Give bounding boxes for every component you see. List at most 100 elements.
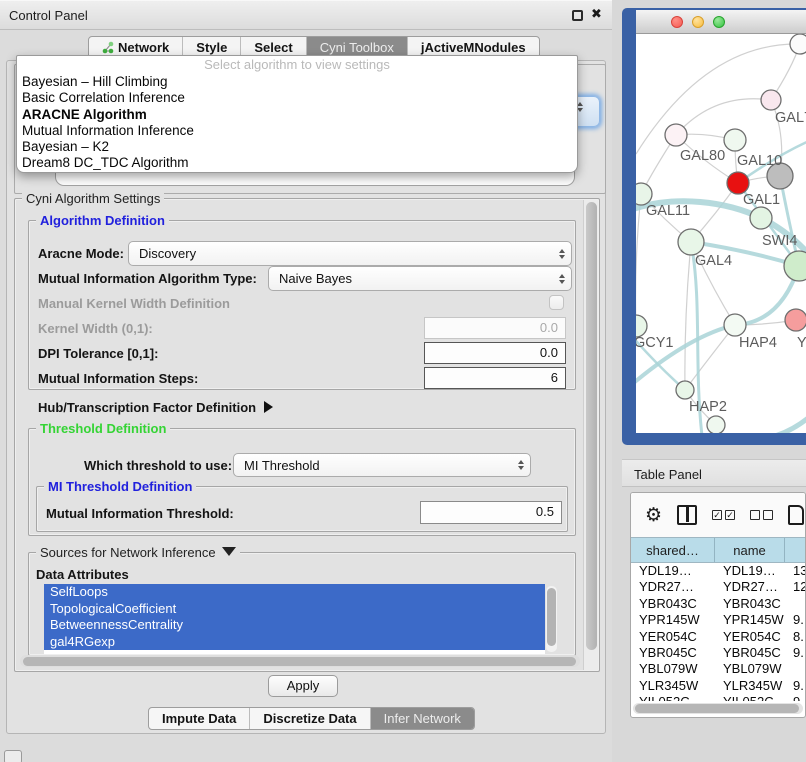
attribute-item[interactable]: SelfLoops xyxy=(44,584,545,601)
node-label-gal11: GAL11 xyxy=(646,203,690,219)
mi-threshold-input[interactable]: 0.5 xyxy=(420,501,562,524)
combo-spinner-icon xyxy=(553,249,571,259)
table-cell: YBR045C xyxy=(715,645,785,661)
combo-spinner-icon xyxy=(512,460,530,470)
network-view-window[interactable]: GAL7GAL80GAL10GAL1GAL11SWI4GAL4GCY1HAP4Y… xyxy=(622,8,806,445)
attributes-scrollbar[interactable] xyxy=(546,586,557,652)
mi-steps-input[interactable]: 6 xyxy=(424,367,566,389)
table-panel: ⚙ ✓✓ shared…name YDL19…YDL19…13YDR27…YDR… xyxy=(630,492,806,718)
control-panel-title: Control Panel xyxy=(9,8,88,23)
dpi-tolerance-input[interactable]: 0.0 xyxy=(424,342,566,364)
table-cell: YDL19… xyxy=(631,563,715,579)
network-node-hap2[interactable] xyxy=(676,381,694,399)
network-node-gcy1[interactable] xyxy=(636,315,647,337)
manual-kernel-width-checkbox[interactable] xyxy=(549,295,564,310)
dpi-tolerance-label: DPI Tolerance [0,1]: xyxy=(38,346,158,361)
attribute-item[interactable]: TopologicalCoefficient xyxy=(44,601,545,618)
table-horizontal-scrollbar[interactable] xyxy=(633,703,803,714)
aracne-mode-label: Aracne Mode: xyxy=(38,246,124,261)
attribute-item[interactable]: gal4RGexp xyxy=(44,634,545,651)
network-node[interactable] xyxy=(790,34,806,54)
corner-chip-icon[interactable] xyxy=(4,750,22,762)
page-icon[interactable] xyxy=(788,505,804,525)
close-traffic-light-icon[interactable] xyxy=(671,16,683,28)
hub-definition-toggle[interactable]: Hub/Transcription Factor Definition xyxy=(38,400,273,415)
expanded-arrow-icon xyxy=(222,547,236,556)
network-node-gal4[interactable] xyxy=(678,229,704,255)
table-row[interactable]: YBR045CYBR045C9. xyxy=(631,645,806,661)
node-label-hap4: HAP4 xyxy=(739,335,777,351)
table-cell: YBL079W xyxy=(715,661,785,677)
algorithm-option[interactable]: Bayesian – K2 xyxy=(17,139,577,155)
settings-horizontal-scrollbar[interactable] xyxy=(20,655,580,667)
column-header[interactable]: shared… xyxy=(631,538,715,562)
column-header[interactable]: name xyxy=(715,538,785,562)
table-cell: YIL052C xyxy=(715,694,785,701)
column-layout-icon[interactable] xyxy=(677,505,697,525)
gear-icon[interactable]: ⚙ xyxy=(645,506,662,525)
minimize-traffic-light-icon[interactable] xyxy=(692,16,704,28)
zoom-traffic-light-icon[interactable] xyxy=(713,16,725,28)
network-node-gal1[interactable] xyxy=(727,172,749,194)
network-node-gal7[interactable] xyxy=(761,90,781,110)
column-header[interactable] xyxy=(785,538,806,562)
table-row[interactable]: YER054CYER054C8. xyxy=(631,629,806,645)
algorithm-option[interactable]: Mutual Information Inference xyxy=(17,123,577,139)
table-cell xyxy=(785,596,806,612)
network-node[interactable] xyxy=(707,416,725,433)
deselect-all-checks-icon[interactable] xyxy=(750,510,773,520)
network-node-gal80[interactable] xyxy=(665,124,687,146)
aracne-mode-combo[interactable]: Discovery xyxy=(128,241,572,266)
table-row[interactable]: YPR145WYPR145W9. xyxy=(631,612,806,628)
algorithm-option[interactable]: Basic Correlation Inference xyxy=(17,90,577,106)
table-row[interactable]: YIL052CYIL052C9. xyxy=(631,694,806,701)
which-threshold-label: Which threshold to use: xyxy=(84,458,232,473)
attribute-item[interactable]: BetweennessCentrality xyxy=(44,617,545,634)
node-label-hap2: HAP2 xyxy=(689,399,727,415)
algorithm-dropdown-placeholder: Select algorithm to view settings xyxy=(17,57,577,74)
network-node[interactable] xyxy=(724,129,746,151)
table-cell: 13 xyxy=(785,563,806,579)
bottom-tabs: Impute DataDiscretize DataInfer Network xyxy=(148,707,475,730)
network-icon xyxy=(102,41,114,54)
network-canvas[interactable]: GAL7GAL80GAL10GAL1GAL11SWI4GAL4GCY1HAP4Y… xyxy=(636,34,806,433)
manual-kernel-width-label: Manual Kernel Width Definition xyxy=(38,296,230,311)
data-attributes-list[interactable]: SelfLoopsTopologicalCoefficientBetweenne… xyxy=(44,584,545,654)
table-row[interactable]: YDL19…YDL19…13 xyxy=(631,563,806,579)
table-cell: YPR145W xyxy=(631,612,715,628)
float-window-icon[interactable] xyxy=(572,10,583,21)
table-row[interactable]: YBR043CYBR043C xyxy=(631,596,806,612)
tab-infer-network[interactable]: Infer Network xyxy=(370,708,474,729)
tab-discretize-data[interactable]: Discretize Data xyxy=(249,708,369,729)
mi-threshold-label: Mutual Information Threshold: xyxy=(46,506,234,521)
select-all-checks-icon[interactable]: ✓✓ xyxy=(712,510,735,520)
table-cell: 9. xyxy=(785,645,806,661)
algorithm-option[interactable]: Dream8 DC_TDC Algorithm xyxy=(17,155,577,171)
sources-toggle[interactable]: Sources for Network Inference xyxy=(36,545,240,560)
network-node-y[interactable] xyxy=(785,309,806,331)
table-cell: YER054C xyxy=(715,629,785,645)
settings-scrollbar[interactable] xyxy=(583,200,598,670)
close-icon[interactable]: ✖ xyxy=(591,6,602,22)
algorithm-option[interactable]: ARACNE Algorithm xyxy=(17,107,577,123)
table-cell: YPR145W xyxy=(715,612,785,628)
node-label-gal7: GAL7 xyxy=(775,110,806,126)
table-row[interactable]: YBL079WYBL079W xyxy=(631,661,806,677)
table-header: shared…name xyxy=(631,537,806,563)
control-panel-titlebar: Control Panel ✖ xyxy=(0,0,612,30)
table-row[interactable]: YLR345WYLR345W9. xyxy=(631,678,806,694)
algorithm-option[interactable]: Bayesian – Hill Climbing xyxy=(17,74,577,90)
apply-button[interactable]: Apply xyxy=(268,675,338,697)
network-node-swi4[interactable] xyxy=(750,207,772,229)
tab-impute-data[interactable]: Impute Data xyxy=(149,708,249,729)
table-row[interactable]: YDR27…YDR27…12 xyxy=(631,579,806,595)
network-node[interactable] xyxy=(784,251,806,281)
network-node-gal11[interactable] xyxy=(636,183,652,205)
node-label-y: Y xyxy=(797,335,806,351)
network-node-hap4[interactable] xyxy=(724,314,746,336)
which-threshold-combo[interactable]: MI Threshold xyxy=(233,453,531,477)
algorithm-dropdown-popup: Select algorithm to view settings Bayesi… xyxy=(16,55,578,173)
mi-algorithm-type-combo[interactable]: Naive Bayes xyxy=(268,266,572,291)
table-panel-titlebar: Table Panel xyxy=(622,459,806,487)
kernel-width-input[interactable]: 0.0 xyxy=(424,317,566,339)
